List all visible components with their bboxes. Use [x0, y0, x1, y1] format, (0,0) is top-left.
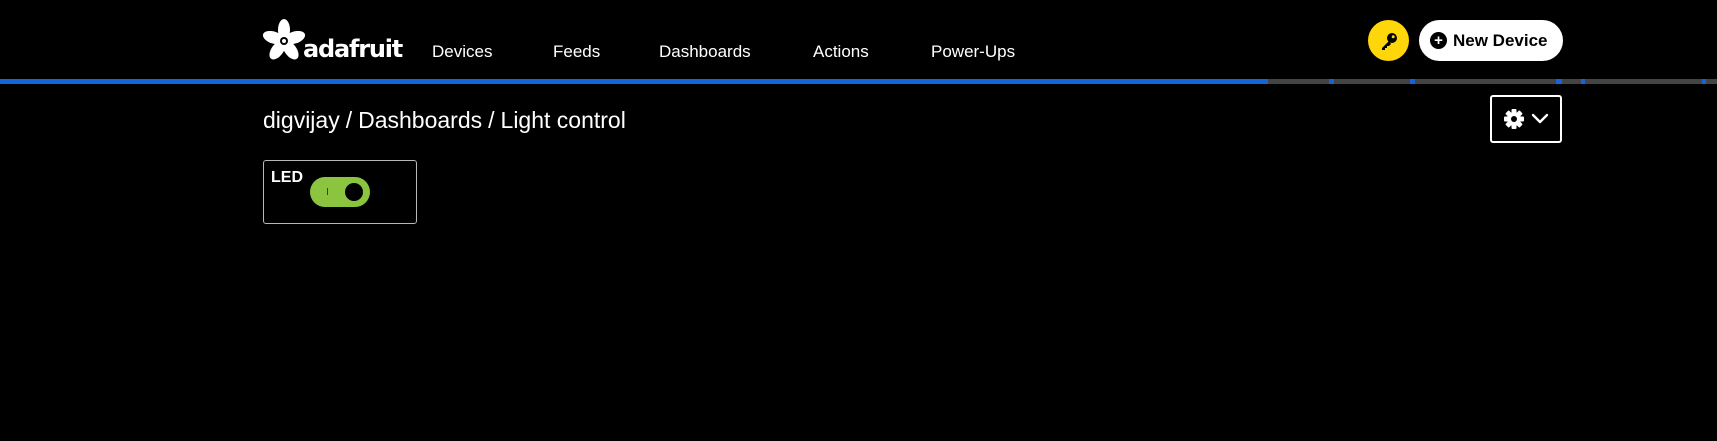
chevron-down-icon: [1531, 113, 1549, 124]
breadcrumb-user[interactable]: digvijay: [263, 107, 340, 134]
api-key-button[interactable]: [1368, 20, 1409, 61]
breadcrumb: digvijay / Dashboards / Light control: [263, 107, 626, 134]
nav-power-ups[interactable]: Power-Ups: [931, 42, 1051, 62]
top-header: adafruit Devices Feeds Dashboards Action…: [0, 0, 1717, 80]
adafruit-logo[interactable]: adafruit: [262, 18, 403, 63]
nav-feeds[interactable]: Feeds: [553, 42, 659, 62]
accent-bar-segment: [1702, 79, 1706, 84]
toggle-knob[interactable]: [345, 183, 363, 201]
main-nav: Devices Feeds Dashboards Actions Power-U…: [432, 42, 1051, 62]
plus-circle-icon: +: [1430, 32, 1447, 49]
adafruit-flower-logo-icon: [262, 19, 306, 60]
new-device-label: New Device: [1453, 30, 1548, 50]
breadcrumb-separator: /: [488, 107, 495, 133]
breadcrumb-dashboards[interactable]: Dashboards: [358, 107, 482, 134]
toggle-block-led: LED: [263, 160, 417, 224]
nav-dashboards[interactable]: Dashboards: [659, 42, 813, 62]
header-accent-bar: [0, 79, 1717, 84]
accent-bar-segment: [1556, 79, 1562, 84]
new-device-button[interactable]: + New Device: [1419, 20, 1563, 61]
nav-devices[interactable]: Devices: [432, 42, 553, 62]
accent-bar-segment: [1329, 79, 1334, 84]
toggle-on-indicator: [327, 188, 328, 195]
accent-bar-fill: [0, 79, 1268, 84]
key-icon: [1381, 32, 1397, 50]
block-title: LED: [271, 169, 303, 186]
breadcrumb-current-page: Light control: [500, 107, 626, 133]
accent-bar-segment: [1581, 79, 1585, 84]
nav-actions[interactable]: Actions: [813, 42, 931, 62]
accent-bar-segment: [1410, 79, 1415, 84]
dashboard-page: adafruit Devices Feeds Dashboards Action…: [0, 0, 1717, 441]
gear-icon: [1504, 109, 1524, 129]
dashboard-settings-button[interactable]: [1490, 95, 1562, 143]
brand-name: adafruit: [303, 35, 403, 63]
breadcrumb-separator: /: [345, 107, 353, 133]
led-toggle-switch[interactable]: [310, 177, 370, 207]
